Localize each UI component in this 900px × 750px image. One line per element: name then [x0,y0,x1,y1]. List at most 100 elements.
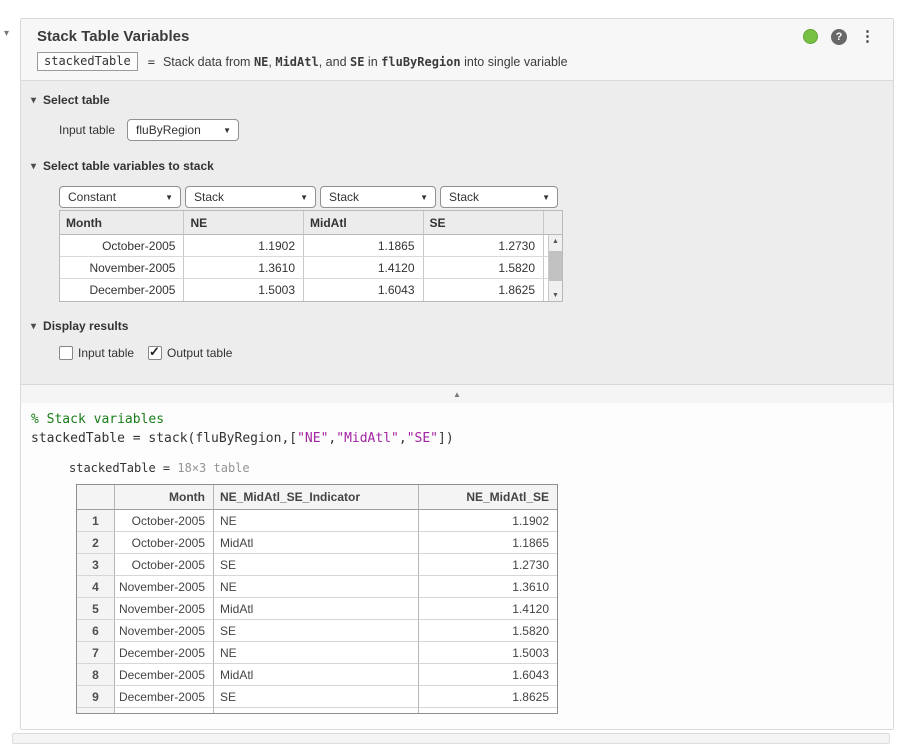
output-table-cell: October-2005 [115,554,214,576]
table-cell: October-2005 [60,235,184,257]
table-cell: 1.1902 [184,235,304,257]
table-row: October-20051.19021.18651.2730 [60,235,562,257]
output-table-cell: December-2005 [115,664,214,686]
dropdown-value: Constant [68,190,116,204]
stack-table-variables-task: Stack Table Variables ? ⋮ stackedTable =… [20,18,894,730]
output-table-cell: 5 [77,598,115,620]
summary-text-fragment: Stack data from [163,55,254,69]
table-cell: 1.6043 [304,279,424,301]
output-table-row: 3October-2005SE1.2730 [77,554,557,576]
table-cell: 1.5003 [184,279,304,301]
table-scrollbar[interactable]: ▲ ▼ [548,235,562,301]
output-table-row: 6November-2005SE1.5820 [77,620,557,642]
input-table-label: Input table [59,123,115,137]
page-title: Stack Table Variables [37,28,189,45]
stack-mode-dropdown-1[interactable]: Constant▼ [59,186,181,208]
stack-mode-dropdown-row: Constant▼Stack▼Stack▼Stack▼ [59,186,877,208]
code-output-area: % Stack variablesstackedTable = stack(fl… [21,403,893,729]
output-table-cell: 1.6043 [419,664,557,686]
stack-mode-dropdown-3[interactable]: Stack▼ [320,186,436,208]
column-header: Month [60,211,184,235]
generated-code: % Stack variablesstackedTable = stack(fl… [31,410,893,448]
kebab-menu-icon[interactable]: ⋮ [860,29,875,44]
input-table-checkbox[interactable]: Input table [59,346,134,360]
output-table-cell: NE [214,642,419,664]
section-select-table[interactable]: ▾ Select table [31,93,877,107]
output-table-cell: 8 [77,664,115,686]
table-cell: November-2005 [60,257,184,279]
task-divider: ▲ [21,384,893,403]
table-cell: 1.8625 [424,279,545,301]
code-line[interactable]: % Stack variables [31,410,893,429]
collapse-code-icon[interactable]: ▲ [453,390,461,399]
output-table-cell [214,708,419,713]
variable-name-text: NE [254,55,268,69]
stacked-output-table: MonthNE_MidAtl_SE_IndicatorNE_MidAtl_SE1… [76,484,558,714]
output-table-cell: November-2005 [115,576,214,598]
output-table-cell: SE [214,620,419,642]
output-table-cell: MidAtl [214,664,419,686]
stack-mode-dropdown-2[interactable]: Stack▼ [185,186,316,208]
output-table-cell [77,708,115,713]
output-table-cell: SE [214,686,419,708]
check-icon: ✓ [149,344,160,360]
output-table-cell: 1.1902 [419,510,557,532]
output-table-cell [419,708,557,713]
section-label: Select table [43,93,110,107]
collapsed-section-bar[interactable] [12,733,890,744]
section-collapse-icon: ▾ [31,161,36,172]
chevron-down-icon: ▼ [420,193,428,202]
chevron-down-icon: ▼ [223,126,231,135]
column-header: MidAtl [304,211,424,235]
output-table-dimensions: 18×3 table [177,461,249,475]
output-table-cell: 1.5820 [419,620,557,642]
output-table-checkbox[interactable]: ✓ Output table [148,346,232,360]
summary-text-fragment: into single variable [461,55,568,69]
table-cell: December-2005 [60,279,184,301]
output-table-cell: 7 [77,642,115,664]
output-table-cell: 1.4120 [419,598,557,620]
code-token-plain: ]) [438,431,454,446]
task-collapse-icon[interactable]: ▾ [4,28,9,39]
input-table-dropdown[interactable]: fluByRegion ▼ [127,119,239,141]
table-cell: 1.5820 [424,257,545,279]
scroll-down-icon[interactable]: ▼ [549,289,562,301]
output-column-header: NE_MidAtl_SE [419,485,557,510]
output-variable-box[interactable]: stackedTable [37,52,138,71]
clipped-row [77,708,557,713]
help-icon[interactable]: ? [831,29,847,45]
checkbox-label: Output table [167,346,232,360]
code-token-string: "NE" [297,431,328,446]
code-line[interactable]: stackedTable = stack(fluByRegion,["NE","… [31,429,893,448]
output-table-cell: 4 [77,576,115,598]
output-table-row: 5November-2005MidAtl1.4120 [77,598,557,620]
summary-text: Stack data from NE, MidAtl, and SE in fl… [163,55,568,69]
output-summary-line: stackedTable = 18×3 table [69,461,893,475]
output-table-row: 8December-2005MidAtl1.6043 [77,664,557,686]
variables-preview-table: MonthNEMidAtlSEOctober-20051.19021.18651… [59,210,563,302]
output-column-header [77,485,115,510]
output-table-cell: MidAtl [214,598,419,620]
table-cell: 1.1865 [304,235,424,257]
checkbox-checked-icon[interactable]: ✓ [148,346,162,360]
variable-name-text: SE [350,55,364,69]
summary-text-fragment: in [364,55,381,69]
summary-text-fragment: , and [319,55,350,69]
section-display-results[interactable]: ▾ Display results [31,319,877,333]
output-header-row: MonthNE_MidAtl_SE_IndicatorNE_MidAtl_SE [77,485,557,510]
output-table-cell: 6 [77,620,115,642]
section-select-variables[interactable]: ▾ Select table variables to stack [31,159,877,173]
output-column-header: NE_MidAtl_SE_Indicator [214,485,419,510]
code-token-plain: stackedTable = stack(fluByRegion,[ [31,431,297,446]
chevron-down-icon: ▼ [542,193,550,202]
output-table-cell: October-2005 [115,510,214,532]
checkbox-unchecked-icon[interactable] [59,346,73,360]
output-table-row: 7December-2005NE1.5003 [77,642,557,664]
code-token-plain: , [399,431,407,446]
scroll-up-icon[interactable]: ▲ [549,235,562,247]
scrollbar-thumb[interactable] [549,251,562,281]
stack-mode-dropdown-4[interactable]: Stack ▼ [440,186,558,208]
output-table-cell: NE [214,576,419,598]
section-label: Select table variables to stack [43,159,214,173]
dropdown-value: Stack [449,190,479,204]
